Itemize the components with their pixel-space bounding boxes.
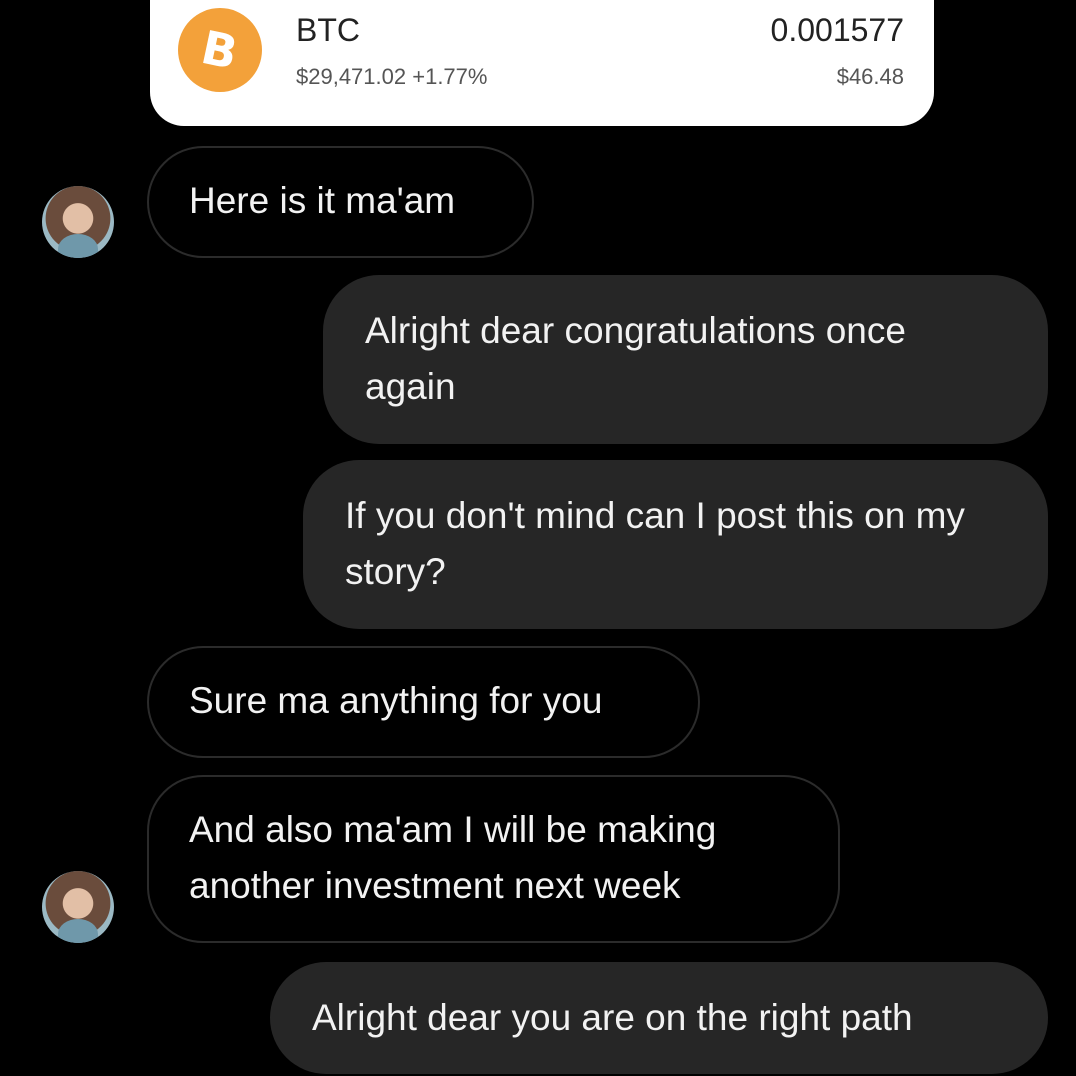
chat-thread: B BTC $29,471.02 +1.77% 0.001577 $46.48 …	[0, 0, 1076, 1076]
message-bubble-incoming[interactable]: Sure ma anything for you	[147, 646, 700, 758]
message-bubble-incoming[interactable]: And also ma'am I will be making another …	[147, 775, 840, 943]
crypto-asset-card[interactable]: B BTC $29,471.02 +1.77% 0.001577 $46.48	[150, 0, 934, 126]
message-text: Alright dear you are on the right path	[312, 997, 913, 1038]
message-bubble-outgoing[interactable]: Alright dear congratulations once again	[323, 275, 1048, 444]
sender-avatar[interactable]	[42, 871, 114, 943]
asset-amount: 0.001577	[770, 12, 904, 48]
asset-change: +1.77%	[412, 64, 488, 89]
message-bubble-outgoing[interactable]: Alright dear you are on the right path	[270, 962, 1048, 1074]
message-text: And also ma'am I will be making another …	[189, 809, 717, 906]
message-bubble-incoming[interactable]: Here is it ma'am	[147, 146, 534, 258]
message-text: If you don't mind can I post this on my …	[345, 495, 965, 592]
message-text: Alright dear congratulations once again	[365, 310, 906, 407]
asset-price-line: $29,471.02 +1.77%	[296, 64, 487, 90]
bitcoin-icon: B	[178, 8, 262, 92]
asset-price: $29,471.02	[296, 64, 407, 89]
message-bubble-outgoing[interactable]: If you don't mind can I post this on my …	[303, 460, 1048, 629]
message-text: Sure ma anything for you	[189, 680, 603, 721]
asset-fiat-value: $46.48	[836, 64, 904, 89]
asset-symbol: BTC	[296, 12, 360, 48]
sender-avatar[interactable]	[42, 186, 114, 258]
message-text: Here is it ma'am	[189, 180, 456, 221]
